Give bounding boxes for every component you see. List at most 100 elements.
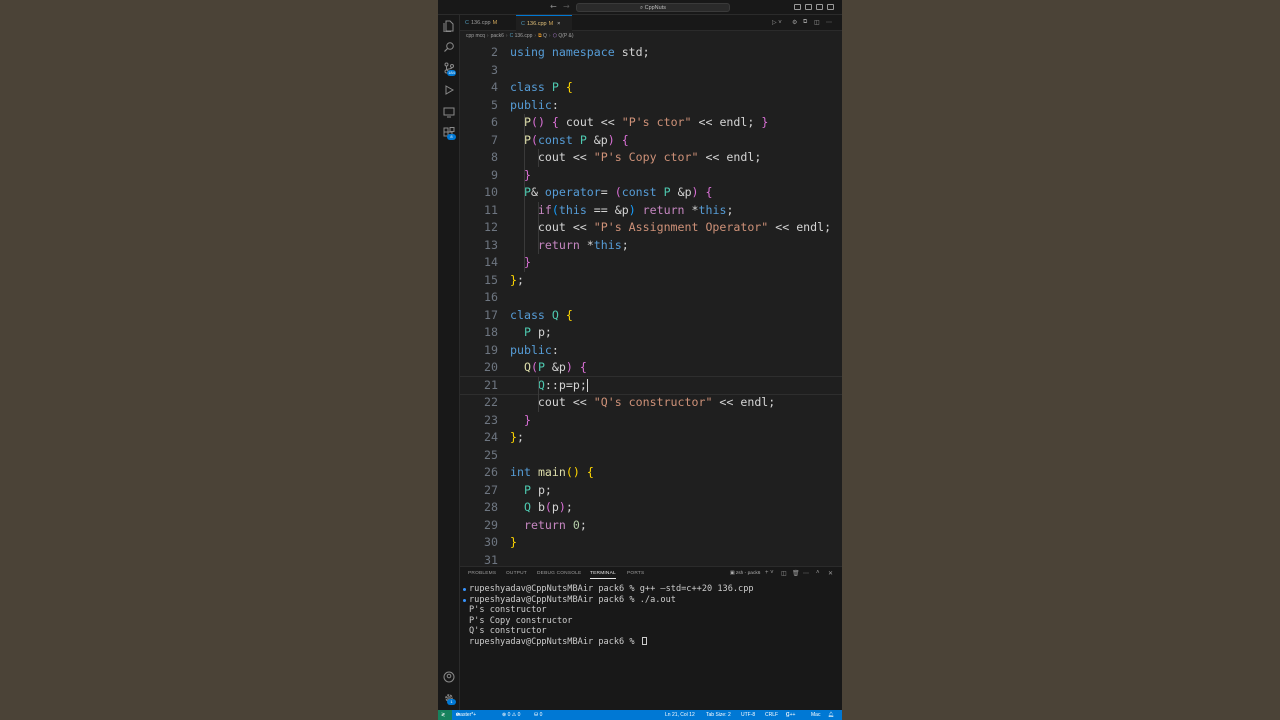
code-line[interactable]: 31 <box>460 552 842 567</box>
open-changes-icon[interactable]: ⧉ <box>803 19 807 26</box>
remote-explorer-icon[interactable] <box>443 106 455 118</box>
accounts-icon[interactable] <box>443 671 455 683</box>
more-actions-icon[interactable]: ⋯ <box>826 19 832 26</box>
line-number: 30 <box>484 535 498 549</box>
code-text: P p; <box>523 482 552 497</box>
code-line[interactable]: 19 public: <box>460 342 842 360</box>
code-line[interactable]: 20 Q(P &p) { <box>460 359 842 377</box>
tab-terminal[interactable]: TERMINAL <box>590 571 616 579</box>
run-file-icon[interactable]: ▷ ˅ <box>772 19 782 26</box>
breadcrumb: cpp mcq › pack6 › C 136.cpp › ⧉ Q › ⬡ Q(P &) <box>466 32 574 41</box>
code-line[interactable]: 10 P& operator= (const P &p) { <box>460 184 842 202</box>
tab-136-cpp-active[interactable]: C 136.cpp M × <box>516 15 572 31</box>
code-line[interactable]: 27 P p; <box>460 482 842 500</box>
breadcrumb-item[interactable]: Q(P &) <box>558 33 573 39</box>
line-number: 22 <box>484 395 498 409</box>
split-editor-icon[interactable]: ◫ <box>814 19 820 26</box>
code-line[interactable]: 13 return *this; <box>460 237 842 255</box>
tab-output[interactable]: OUTPUT <box>506 571 527 576</box>
code-line[interactable]: 5 public: <box>460 97 842 115</box>
code-line[interactable]: 3 <box>460 62 842 80</box>
terminal-text: rupeshyadav@CppNutsMBAir pack6 % ./a.out <box>469 594 676 605</box>
code-line[interactable]: 21 Q::p=p; <box>460 375 842 395</box>
code-line[interactable]: 7 P(const P &p) { <box>460 132 842 150</box>
toggle-panel-icon[interactable] <box>805 4 812 10</box>
code-line[interactable]: 25 <box>460 447 842 465</box>
code-text: Q(P &p) { <box>523 360 587 374</box>
new-terminal-icon[interactable]: + ˅ <box>765 570 774 576</box>
terminal-shell-selector[interactable]: ▣ zsh - pack6 <box>730 571 760 576</box>
tab-problems[interactable]: PROBLEMS <box>468 571 496 576</box>
code-line[interactable]: 12 cout << "P's Assignment Operator" << … <box>460 219 842 237</box>
explorer-icon[interactable] <box>443 20 455 32</box>
code-line[interactable]: 11 if(this == &p) return *this; <box>460 202 842 220</box>
code-text: return 0; <box>523 517 587 532</box>
more-actions-icon[interactable]: ⋯ <box>803 570 809 577</box>
code-line[interactable]: 29 return 0; <box>460 517 842 535</box>
maximize-panel-icon[interactable]: ˄ <box>816 570 820 576</box>
breadcrumb-item[interactable]: pack6 <box>491 33 504 39</box>
accounts-badge: 1 <box>447 699 456 705</box>
code-line[interactable]: 8 cout << "P's Copy ctor" << endl; <box>460 149 842 167</box>
code-line[interactable]: 24}; <box>460 429 842 447</box>
tab-size[interactable]: Tab Size: 2 <box>706 710 731 720</box>
close-panel-icon[interactable]: ✕ <box>828 570 833 577</box>
tab-136-cpp[interactable]: C 136.cpp M <box>460 15 516 31</box>
extensions-badge: 8 <box>447 134 456 140</box>
tab-debug-console[interactable]: DEBUG CONSOLE <box>537 571 581 576</box>
code-text: } <box>523 255 531 269</box>
code-line[interactable]: 18 P p; <box>460 324 842 342</box>
close-tab-icon[interactable]: × <box>557 21 560 27</box>
platform-indicator[interactable]: Mac <box>811 710 820 720</box>
terminal-text: rupeshyadav@CppNutsMBAir pack6 % g++ —st… <box>469 584 754 594</box>
gear-icon[interactable]: ⚙ <box>792 19 797 26</box>
customize-layout-icon[interactable] <box>827 4 834 10</box>
ports-indicator[interactable]: ⛁ 0 <box>534 710 542 720</box>
vscode-window: ← → ⌕ CppNuts 184 8 1 C 136.cpp M C 136.cpp… <box>438 0 842 720</box>
toggle-sidebar-icon[interactable] <box>794 4 801 10</box>
toggle-secondary-sidebar-icon[interactable] <box>816 4 823 10</box>
code-line[interactable]: 2 using namespace std; <box>460 44 842 62</box>
trash-icon[interactable]: 🗑︎ <box>792 570 800 577</box>
problems-indicator[interactable]: ⊗ 0 ⚠ 0 <box>502 710 520 720</box>
line-number: 14 <box>484 255 498 269</box>
breadcrumb-item[interactable]: cpp mcq <box>466 33 485 39</box>
forward-arrow-icon[interactable]: → <box>563 2 570 12</box>
command-decoration-icon[interactable] <box>463 588 466 591</box>
code-line[interactable]: 28 Q b(p); <box>460 499 842 517</box>
split-terminal-icon[interactable]: ◫ <box>781 570 787 577</box>
code-line[interactable]: 9 } <box>460 167 842 185</box>
cpp-file-icon: C <box>521 21 525 27</box>
code-line[interactable]: 30} <box>460 534 842 552</box>
tab-ports[interactable]: PORTS <box>627 571 644 576</box>
code-editor[interactable]: 2 using namespace std; 3 4 class P {5 public:… <box>460 44 842 566</box>
code-line[interactable]: 15}; <box>460 272 842 290</box>
code-line[interactable]: 4 class P { <box>460 79 842 97</box>
back-arrow-icon[interactable]: ← <box>550 2 557 12</box>
cursor-position[interactable]: Ln 21, Col 12 <box>665 710 695 720</box>
notifications-bell-icon[interactable]: 🔔︎ <box>828 710 834 720</box>
line-number: 26 <box>484 465 498 479</box>
line-number: 17 <box>484 307 498 322</box>
command-decoration-icon[interactable] <box>463 598 466 602</box>
run-debug-icon[interactable] <box>443 84 455 96</box>
line-number: 21 <box>484 377 498 392</box>
code-line[interactable]: 14 } <box>460 254 842 272</box>
search-icon[interactable] <box>443 41 455 53</box>
code-text: if(this == &p) return *this; <box>537 202 734 217</box>
breadcrumb-item[interactable]: 136.cpp <box>515 33 533 39</box>
code-line[interactable]: 17 class Q { <box>460 307 842 325</box>
code-line[interactable]: 22 cout << "Q's constructor" << endl; <box>460 394 842 412</box>
code-text: } <box>523 412 531 427</box>
breadcrumb-item[interactable]: Q <box>543 33 547 39</box>
code-line[interactable]: 23 } <box>460 412 842 430</box>
line-number: 10 <box>484 185 498 199</box>
code-text: cout << "P's Copy ctor" << endl; <box>537 150 762 164</box>
code-line[interactable]: 26 int main() { <box>460 464 842 482</box>
code-line[interactable]: 6 P() { cout << "P's ctor" << endl; } <box>460 114 842 132</box>
line-number: 31 <box>484 552 498 567</box>
code-line[interactable]: 16 <box>460 289 842 307</box>
command-center[interactable]: ⌕ CppNuts <box>576 3 730 12</box>
end-of-line[interactable]: CRLF <box>765 710 778 720</box>
file-encoding[interactable]: UTF-8 <box>741 710 755 720</box>
